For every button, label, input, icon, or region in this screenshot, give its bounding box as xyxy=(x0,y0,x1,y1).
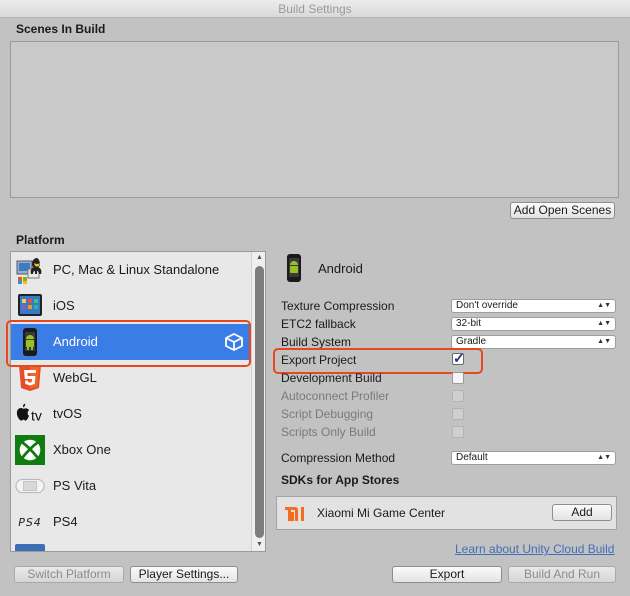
ios-icon xyxy=(15,292,45,320)
cloud-build-link[interactable]: Learn about Unity Cloud Build xyxy=(455,542,614,556)
dropdown-arrows-icon: ▲▼ xyxy=(597,320,611,327)
autoconnect-profiler-checkbox[interactable] xyxy=(452,390,464,402)
autoconnect-profiler-label: Autoconnect Profiler xyxy=(281,389,390,403)
build-system-value: Gradle xyxy=(456,336,487,347)
scripts-only-build-label: Scripts Only Build xyxy=(281,425,376,439)
platform-title: Platform xyxy=(16,233,65,247)
apple-tv-icon: tv xyxy=(15,400,45,428)
selected-platform-title: Android xyxy=(318,261,363,276)
html5-icon xyxy=(15,364,45,392)
partial-platform-icon xyxy=(15,544,45,551)
platform-item-tvos[interactable]: tv tvOS xyxy=(11,396,251,432)
window-title: Build Settings xyxy=(0,0,630,18)
android-header-icon xyxy=(284,253,304,283)
development-build-label: Development Build xyxy=(281,371,382,385)
export-project-checkbox[interactable]: ✓ xyxy=(452,350,465,366)
platform-scrollbar[interactable]: ▲ ▼ xyxy=(251,252,265,551)
sdk-row: Xiaomi Mi Game Center Add xyxy=(276,496,617,530)
script-debugging-checkbox[interactable] xyxy=(452,408,464,420)
dropdown-arrows-icon: ▲▼ xyxy=(597,338,611,345)
add-sdk-button[interactable]: Add xyxy=(552,504,612,521)
platform-item-ps4[interactable]: PS4 PS4 xyxy=(11,504,251,540)
texture-compression-label: Texture Compression xyxy=(281,299,395,313)
checkmark-icon: ✓ xyxy=(453,350,465,366)
compression-method-value: Default xyxy=(456,452,488,463)
platform-item-ios[interactable]: iOS xyxy=(11,288,251,324)
build-system-label: Build System xyxy=(281,335,352,349)
add-open-scenes-button[interactable]: Add Open Scenes xyxy=(510,202,615,219)
texture-compression-value: Don't override xyxy=(456,300,518,311)
scripts-only-build-checkbox[interactable] xyxy=(452,426,464,438)
switch-platform-button[interactable]: Switch Platform xyxy=(14,566,124,583)
export-button[interactable]: Export xyxy=(392,566,502,583)
platform-item-label: tvOS xyxy=(53,406,82,421)
sdk-name: Xiaomi Mi Game Center xyxy=(317,506,446,520)
platform-item-label: Xbox One xyxy=(53,442,111,457)
texture-compression-dropdown[interactable]: Don't override ▲▼ xyxy=(451,299,616,313)
platform-item-ps-vita[interactable]: PS Vita xyxy=(11,468,251,504)
dropdown-arrows-icon: ▲▼ xyxy=(597,302,611,309)
etc2-fallback-dropdown[interactable]: 32-bit ▲▼ xyxy=(451,317,616,331)
android-highlight-box xyxy=(6,320,251,367)
compression-method-dropdown[interactable]: Default ▲▼ xyxy=(451,451,616,465)
ps4-icon: PS4 xyxy=(15,508,45,536)
scenes-in-build-title: Scenes In Build xyxy=(16,22,106,36)
xbox-icon xyxy=(15,435,45,465)
export-project-label: Export Project xyxy=(281,353,357,367)
script-debugging-label: Script Debugging xyxy=(281,407,374,421)
platform-item-label: iOS xyxy=(53,298,75,313)
player-settings-button[interactable]: Player Settings... xyxy=(130,566,238,583)
svg-text:tv: tv xyxy=(31,408,42,424)
build-system-dropdown[interactable]: Gradle ▲▼ xyxy=(451,335,616,349)
platform-item-label: PS4 xyxy=(53,514,78,529)
platform-item-xbox-one[interactable]: Xbox One xyxy=(11,432,251,468)
standalone-icon xyxy=(15,256,45,284)
dropdown-arrows-icon: ▲▼ xyxy=(597,454,611,461)
sdks-for-app-stores-title: SDKs for App Stores xyxy=(281,473,400,487)
build-and-run-button[interactable]: Build And Run xyxy=(508,566,616,583)
platform-item-label: PC, Mac & Linux Standalone xyxy=(53,262,220,277)
etc2-fallback-label: ETC2 fallback xyxy=(281,317,356,331)
ps-vita-icon xyxy=(15,472,45,500)
scroll-thumb[interactable] xyxy=(255,266,264,538)
scroll-down-icon[interactable]: ▼ xyxy=(255,541,264,549)
xiaomi-mi-icon xyxy=(284,504,308,524)
compression-method-label: Compression Method xyxy=(281,451,396,465)
scroll-up-icon[interactable]: ▲ xyxy=(255,254,264,262)
development-build-checkbox[interactable] xyxy=(452,372,464,384)
etc2-fallback-value: 32-bit xyxy=(456,318,482,329)
platform-item-label: PS Vita xyxy=(53,478,97,493)
ps4-logo: PS4 xyxy=(18,515,42,529)
platform-list[interactable]: PC, Mac & Linux Standalone iOS Android W… xyxy=(10,251,266,552)
platform-item-standalone[interactable]: PC, Mac & Linux Standalone xyxy=(11,252,251,288)
scenes-list[interactable] xyxy=(10,41,619,198)
